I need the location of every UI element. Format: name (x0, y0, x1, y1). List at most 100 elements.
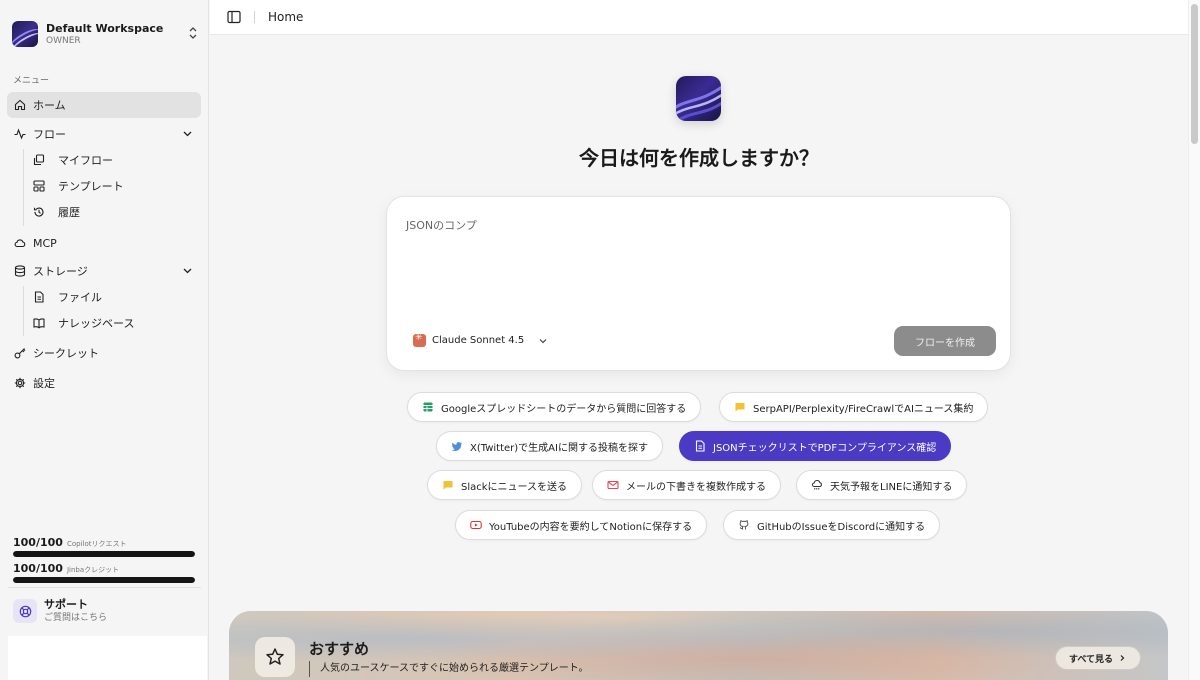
credit-progress-fill (13, 551, 195, 557)
history-icon (33, 206, 45, 218)
sidebar-item-label: 設定 (33, 377, 55, 390)
chevron-down-icon (539, 338, 547, 343)
chip-label: GitHubのIssueをDiscordに通知する (757, 521, 926, 533)
claude-icon (413, 333, 426, 347)
activity-icon (14, 128, 26, 140)
sidebar-item-storage[interactable]: ストレージ (7, 258, 201, 284)
book-icon (33, 317, 45, 329)
page-title: 今日は何を作成しますか？ (579, 146, 819, 170)
home-icon (14, 99, 26, 111)
message-icon (734, 401, 746, 413)
workspace-role: OWNER (46, 35, 81, 46)
chip-label: X(Twitter)で生成AIに関する投稿を探す (470, 442, 648, 454)
credit-progress-bar (13, 577, 195, 583)
model-selector[interactable]: Claude Sonnet 4.5 (413, 333, 548, 347)
prompt-input-box[interactable]: JSONのコンプ Claude Sonnet 4.5 フローを作成 (386, 196, 1011, 371)
model-name: Claude Sonnet 4.5 (432, 335, 525, 346)
suggestion-chip[interactable]: メールの下書きを複数作成する (592, 470, 781, 500)
topbar: Home (210, 0, 1188, 35)
submenu-line (23, 286, 24, 336)
sidebar-item-label: ファイル (58, 291, 102, 304)
chevron-down-icon[interactable] (182, 265, 193, 276)
sidebar-item-flow[interactable]: フロー (7, 121, 201, 147)
breadcrumb[interactable]: Home (268, 10, 303, 24)
suggestion-chip[interactable]: 天気予報をLINEに通知する (796, 470, 968, 500)
workspace-logo (12, 21, 38, 47)
sidebar-item-label: ストレージ (33, 265, 88, 278)
suggestion-chip[interactable]: X(Twitter)で生成AIに関する投稿を探す (436, 431, 663, 461)
document-icon (694, 440, 706, 452)
suggestion-chip-selected[interactable]: JSONチェックリストでPDFコンプライアンス確認 (679, 431, 952, 461)
cloud-icon (14, 237, 26, 249)
create-flow-button[interactable]: フローを作成 (894, 326, 996, 356)
sidebar-item-label: マイフロー (58, 154, 113, 167)
chip-label: YouTubeの内容を要約してNotionに保存する (489, 521, 693, 533)
divider (8, 587, 201, 588)
suggestion-chip[interactable]: Slackにニュースを送る (427, 470, 583, 500)
app-logo (676, 76, 721, 121)
sidebar-item-secrets[interactable]: シークレット (7, 340, 201, 366)
mail-icon (607, 479, 619, 491)
gear-icon (14, 377, 26, 389)
sidebar-item-my-flows[interactable]: マイフロー (33, 148, 201, 172)
jinba-credit: 100/100 Jinbaクレジット (13, 562, 195, 583)
file-icon (33, 291, 45, 303)
sidebar-item-label: シークレット (33, 347, 99, 360)
suggestion-chip[interactable]: GitHubのIssueをDiscordに通知する (723, 510, 941, 540)
sidebar: Default Workspace OWNER メニュー ホーム フロー マイフ… (0, 0, 209, 680)
message-icon (442, 479, 454, 491)
prompt-textarea[interactable]: JSONのコンプ (406, 217, 477, 233)
chip-label: SerpAPI/Perplexity/FireCrawlでAIニュース集約 (753, 403, 974, 415)
sidebar-item-files[interactable]: ファイル (33, 285, 201, 309)
view-all-label: すべて見る (1068, 654, 1113, 665)
menu-label: メニュー (13, 76, 50, 86)
template-icon (33, 180, 45, 192)
workspace-switcher[interactable]: Default Workspace OWNER (12, 19, 198, 49)
chip-label: Googleスプレッドシートのデータから質問に回答する (441, 403, 687, 415)
workspace-name: Default Workspace (46, 21, 164, 35)
sidebar-item-label: MCP (33, 236, 57, 250)
sidebar-item-settings[interactable]: 設定 (7, 370, 201, 396)
suggestion-chip[interactable]: Googleスプレッドシートのデータから質問に回答する (407, 392, 702, 422)
sidebar-item-templates[interactable]: テンプレート (33, 174, 201, 198)
recommended-title: おすすめ (309, 640, 370, 658)
suggestion-chip[interactable]: YouTubeの内容を要約してNotionに保存する (455, 510, 708, 540)
view-all-button[interactable]: すべて見る (1055, 646, 1141, 670)
star-icon (255, 637, 295, 677)
sidebar-item-label: ホーム (33, 99, 66, 112)
scrollbar[interactable] (1188, 0, 1200, 680)
sidebar-item-home[interactable]: ホーム (7, 92, 201, 118)
sidebar-item-label: フロー (33, 128, 66, 141)
credit-label: Jinbaクレジット (66, 566, 120, 574)
sidebar-item-mcp[interactable]: MCP (7, 230, 201, 256)
sidebar-item-label: 履歴 (58, 206, 80, 219)
recommended-section: おすすめ 人気のユースケースですぐに始められる厳選テンプレート。 すべて見る (229, 611, 1168, 680)
sheets-icon (422, 401, 434, 413)
support-link[interactable]: サポート ご質問はこちら (13, 598, 107, 624)
copilot-credit: 100/100 Copilotリクエスト (13, 536, 195, 557)
chevron-right-icon (1120, 655, 1125, 661)
suggestion-chip[interactable]: SerpAPI/Perplexity/FireCrawlでAIニュース集約 (719, 392, 989, 422)
chip-label: Slackにニュースを送る (461, 481, 568, 493)
chevron-down-icon[interactable] (182, 128, 193, 139)
recommended-subtitle: 人気のユースケースですぐに始められる厳選テンプレート。 (309, 661, 589, 677)
sidebar-item-history[interactable]: 履歴 (33, 200, 201, 224)
sidebar-item-label: テンプレート (58, 180, 124, 193)
github-icon (738, 519, 750, 531)
credit-label: Copilotリクエスト (66, 540, 127, 548)
sidebar-item-knowledge-base[interactable]: ナレッジベース (33, 311, 201, 335)
lifebuoy-icon (13, 599, 37, 623)
sidebar-toggle-icon[interactable] (227, 10, 241, 24)
youtube-icon (470, 519, 482, 531)
chevrons-up-down-icon (188, 26, 198, 42)
key-icon (14, 347, 26, 359)
chip-label: メールの下書きを複数作成する (626, 481, 766, 493)
copy-icon (33, 154, 45, 166)
credit-progress-bar (13, 551, 195, 557)
divider (254, 11, 255, 23)
scrollbar-thumb[interactable] (1191, 4, 1198, 144)
support-title: サポート (44, 598, 88, 611)
credit-progress-fill (13, 577, 195, 583)
cloud-rain-icon (811, 479, 823, 491)
chip-label: 天気予報をLINEに通知する (830, 481, 953, 493)
